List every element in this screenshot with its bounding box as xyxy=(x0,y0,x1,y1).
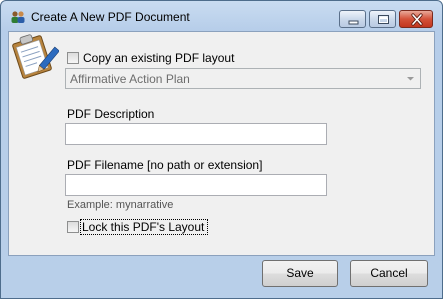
maximize-icon xyxy=(378,15,389,24)
pdf-filename-input[interactable] xyxy=(65,174,327,196)
layout-select-value: Affirmative Action Plan xyxy=(70,72,190,86)
people-icon xyxy=(10,10,26,24)
clipboard-pencil-icon xyxy=(12,34,59,79)
lock-layout-label[interactable]: Lock this PDF's Layout xyxy=(82,220,204,234)
cancel-button[interactable]: Cancel xyxy=(350,260,428,287)
filename-example-text: Example: mynarrative xyxy=(67,199,174,211)
window-title: Create A New PDF Document xyxy=(31,10,190,24)
layout-select[interactable]: Affirmative Action Plan xyxy=(65,68,421,89)
minimize-icon xyxy=(348,20,359,25)
pdf-description-label: PDF Description xyxy=(67,107,155,121)
minimize-button[interactable] xyxy=(339,10,366,28)
maximize-button[interactable] xyxy=(369,10,396,28)
copy-layout-label[interactable]: Copy an existing PDF layout xyxy=(83,51,234,65)
close-button[interactable] xyxy=(399,10,433,28)
lock-layout-checkbox[interactable] xyxy=(67,221,79,233)
pdf-description-input[interactable] xyxy=(65,123,327,145)
save-button[interactable]: Save xyxy=(262,260,338,287)
chevron-down-icon[interactable] xyxy=(403,71,418,86)
title-bar[interactable]: Create A New PDF Document xyxy=(1,1,442,31)
close-icon xyxy=(411,13,423,26)
dialog-window: Create A New PDF Document Copy an existi… xyxy=(0,0,443,299)
copy-layout-checkbox[interactable] xyxy=(67,52,79,64)
pdf-filename-label: PDF Filename [no path or extension] xyxy=(67,158,263,172)
